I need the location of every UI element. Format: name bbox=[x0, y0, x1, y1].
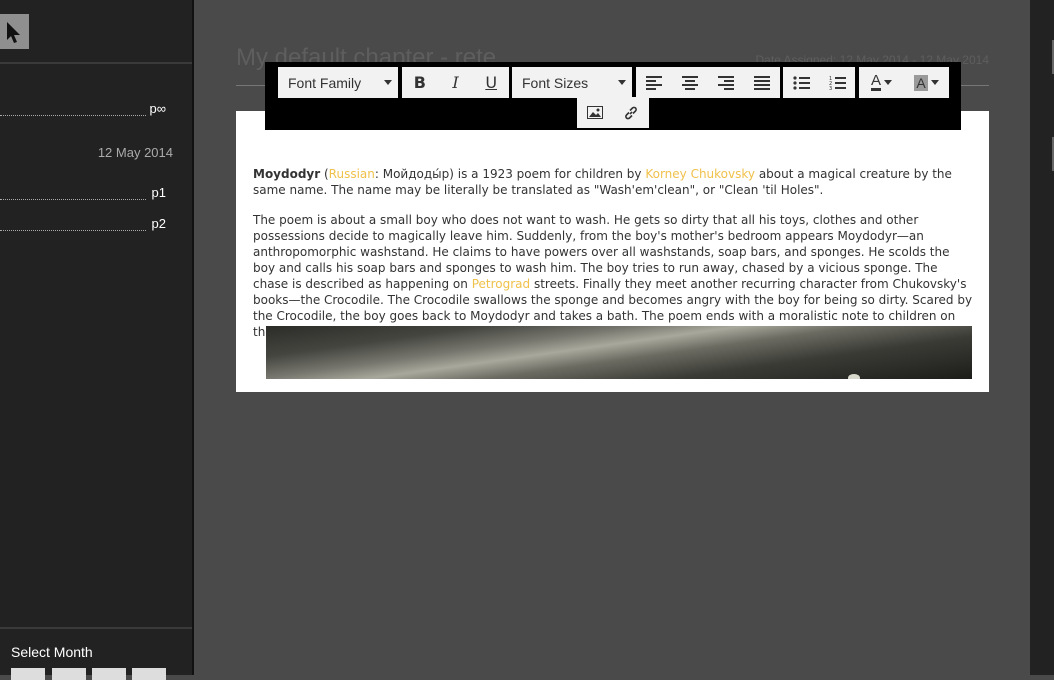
sidebar-item-label: p2 bbox=[151, 216, 166, 231]
sidebar-item-p2[interactable]: p2 bbox=[0, 215, 192, 235]
month-button[interactable] bbox=[132, 668, 166, 680]
sidebar-date: 12 May 2014 bbox=[97, 145, 173, 160]
month-button[interactable] bbox=[52, 668, 86, 680]
sidebar-item-p1[interactable]: p1 bbox=[0, 184, 192, 204]
align-right-icon bbox=[718, 75, 734, 90]
pointer-tool-button[interactable] bbox=[0, 14, 29, 49]
dotted-leader bbox=[0, 199, 146, 200]
text-run: : Мойдоды́р) is a 1923 poem for children… bbox=[374, 167, 646, 181]
sidebar-item-p-infinity[interactable]: p∞ bbox=[0, 100, 192, 120]
italic-icon: I bbox=[452, 73, 459, 92]
text-run: ( bbox=[320, 167, 329, 181]
link-icon bbox=[625, 106, 637, 119]
chevron-down-icon bbox=[384, 80, 392, 85]
font-size-select[interactable]: Font Sizes bbox=[512, 67, 632, 98]
underline-button[interactable]: U bbox=[473, 67, 509, 98]
underline-icon: U bbox=[485, 73, 498, 92]
image-highlight bbox=[848, 374, 860, 379]
image-icon bbox=[587, 106, 603, 119]
cursor-icon bbox=[7, 22, 20, 43]
chevron-down-icon bbox=[618, 80, 626, 85]
link-petrograd[interactable]: Petrograd bbox=[472, 277, 530, 291]
insert-group bbox=[577, 97, 649, 128]
italic-button[interactable]: I bbox=[438, 67, 474, 98]
highlight-color-icon: A bbox=[914, 74, 928, 91]
align-left-icon bbox=[646, 75, 662, 90]
bullet-list-icon bbox=[792, 75, 810, 90]
dotted-leader bbox=[0, 230, 146, 231]
bold-text: Moydodyr bbox=[253, 167, 321, 181]
embedded-image[interactable] bbox=[266, 326, 972, 379]
svg-text:3: 3 bbox=[829, 86, 832, 91]
rich-text-editor[interactable]: Moydodyr (Russian: Мойдоды́р) is a 1923 … bbox=[236, 111, 989, 392]
chevron-down-icon bbox=[884, 80, 892, 85]
align-center-icon bbox=[682, 75, 698, 90]
right-panel-edge bbox=[1030, 0, 1054, 675]
align-center-button[interactable] bbox=[672, 67, 708, 98]
sidebar-item-label: p∞ bbox=[149, 101, 167, 116]
sidebar-item-label: p1 bbox=[151, 185, 166, 200]
text-color-button[interactable]: A bbox=[859, 67, 904, 98]
month-selector: Select Month bbox=[0, 627, 192, 680]
text-style-group: B I U bbox=[402, 67, 509, 98]
bold-button[interactable]: B bbox=[402, 67, 438, 98]
align-justify-button[interactable] bbox=[744, 67, 780, 98]
background-color-button[interactable]: A bbox=[904, 67, 949, 98]
list-group: 123 bbox=[783, 67, 855, 98]
font-family-select[interactable]: Font Family bbox=[278, 67, 398, 98]
paragraph: Moydodyr (Russian: Мойдоды́р) is a 1923 … bbox=[253, 166, 973, 198]
dotted-leader bbox=[0, 115, 146, 116]
insert-image-button[interactable] bbox=[577, 97, 613, 128]
text-color-icon: A bbox=[870, 72, 881, 91]
bold-icon: B bbox=[413, 73, 426, 92]
sidebar-top-bar bbox=[0, 0, 192, 64]
align-right-button[interactable] bbox=[708, 67, 744, 98]
numbered-list-icon: 123 bbox=[829, 76, 846, 91]
font-family-label: Font Family bbox=[288, 74, 362, 91]
select-month-label: Select Month bbox=[11, 644, 93, 660]
numbered-list-button[interactable]: 123 bbox=[819, 67, 855, 98]
alignment-group bbox=[636, 67, 780, 98]
paragraph: The poem is about a small boy who does n… bbox=[253, 212, 973, 340]
align-justify-icon bbox=[754, 75, 770, 90]
editor-toolbar: Font Family B I U Font Sizes 1 2 3 A A bbox=[265, 62, 961, 130]
month-button[interactable] bbox=[11, 668, 45, 680]
month-button[interactable] bbox=[92, 668, 126, 680]
link-author[interactable]: Korney Chukovsky bbox=[645, 167, 755, 181]
align-left-button[interactable] bbox=[636, 67, 672, 98]
link-russian[interactable]: Russian bbox=[329, 167, 375, 181]
color-group: A A bbox=[859, 67, 949, 98]
sidebar: p∞ 12 May 2014 p1 p2 Select Month bbox=[0, 0, 194, 680]
chevron-down-icon bbox=[930, 80, 939, 85]
font-size-label: Font Sizes bbox=[522, 74, 589, 91]
bullet-list-button[interactable] bbox=[783, 67, 819, 98]
insert-link-button[interactable] bbox=[613, 97, 649, 128]
